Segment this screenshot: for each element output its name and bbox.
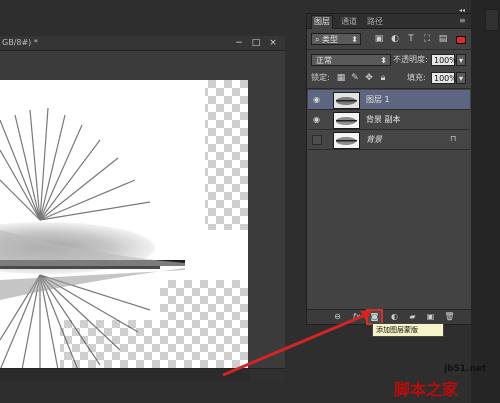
opacity-dropdown-icon[interactable]: ▾ (456, 54, 466, 66)
visibility-toggle[interactable] (312, 135, 322, 145)
new-group-icon[interactable]: ▰ (406, 311, 419, 323)
lock-label: 锁定: (311, 73, 330, 82)
collapsed-dock-strip[interactable] (485, 9, 499, 31)
layer-thumbnail-art (334, 93, 359, 108)
delete-layer-icon[interactable]: 🗑︎ (443, 311, 456, 323)
document-title-bar[interactable]: GB/8#) * − □ × (0, 36, 285, 51)
document-title: GB/8#) * (2, 38, 38, 47)
lock-image-pixels-icon[interactable]: ✎ (349, 72, 361, 84)
lock-fill-row: 锁定: ▦ ✎ ✥ 🔒︎ 填充: 100% ▾ (307, 69, 471, 87)
right-dock (471, 0, 500, 403)
minimize-button[interactable]: − (230, 38, 248, 49)
fill-label: 填充: (407, 73, 426, 82)
opacity-input[interactable]: 100% (431, 54, 457, 66)
new-adjustment-layer-icon[interactable]: ◐ (388, 311, 401, 323)
tab-channels[interactable]: 通道 (339, 16, 359, 27)
layer-thumbnail (333, 92, 360, 109)
filter-kind-select[interactable]: ⌕ 类型 ⬍ (311, 33, 361, 45)
tooltip: 添加图层蒙版 (372, 323, 444, 337)
chevron-down-icon: ⬍ (380, 56, 387, 65)
blend-mode-value: 正常 (316, 56, 332, 65)
layer-name: 背景 (366, 135, 382, 144)
new-layer-icon[interactable]: ▣ (424, 311, 437, 323)
divider (307, 88, 471, 89)
lock-transparent-pixels-icon[interactable]: ▦ (335, 72, 347, 84)
fill-input[interactable]: 100% (431, 72, 457, 84)
layer-name: 背景 副本 (366, 115, 401, 124)
lock-all-icon[interactable]: 🔒︎ (377, 72, 389, 84)
layer-filter-row: ⌕ 类型 ⬍ ▣ ◐ T ⛶ ▤ (307, 30, 471, 48)
search-icon: ⌕ (315, 35, 320, 44)
divider (307, 49, 471, 50)
blend-mode-select[interactable]: 正常 ⬍ (311, 54, 391, 66)
layer-row[interactable]: ◉ 背景 副本 (308, 110, 470, 130)
panel-menu-icon[interactable]: ≡ (459, 16, 468, 26)
watermark: jb51.net 脚本之家 (394, 362, 500, 403)
collapse-panel-icon[interactable]: ◂◂ (459, 7, 468, 14)
filter-smart-object-icon[interactable]: ▤ (437, 33, 449, 45)
eye-icon[interactable]: ◉ (312, 95, 321, 104)
watermark-site: jb51.net (444, 364, 487, 374)
fill-value: 100% (434, 74, 457, 83)
filter-type-icon[interactable]: T (405, 33, 417, 45)
canvas-artwork (0, 80, 248, 381)
filter-toggle-switch[interactable] (456, 36, 466, 44)
annotation-arrow (222, 310, 372, 377)
layer-thumbnail (333, 112, 360, 129)
lock-position-icon[interactable]: ✥ (363, 72, 375, 84)
filter-adjustment-icon[interactable]: ◐ (389, 33, 401, 45)
fill-dropdown-icon[interactable]: ▾ (456, 72, 466, 84)
panel-tab-bar: 图层 通道 路径 ≡ (307, 14, 471, 29)
layer-thumbnail-art (334, 133, 359, 148)
filter-kind-label: 类型 (322, 35, 339, 44)
layer-row[interactable]: 背景 ⊓ (308, 130, 470, 150)
filter-pixel-icon[interactable]: ▣ (373, 33, 385, 45)
tab-paths[interactable]: 路径 (365, 16, 385, 27)
opacity-value: 100% (434, 56, 457, 65)
maximize-button[interactable]: □ (247, 38, 265, 49)
tab-layers[interactable]: 图层 (311, 15, 333, 29)
arrow-line (222, 311, 371, 377)
filter-shape-icon[interactable]: ⛶ (421, 33, 433, 45)
layers-panel: ◂◂ 图层 通道 路径 ≡ ⌕ 类型 ⬍ ▣ ◐ T ⛶ ▤ 正常 ⬍ 不透明度… (306, 7, 472, 325)
layer-thumbnail (333, 132, 360, 149)
watermark-text: 脚本之家 (394, 380, 459, 399)
eye-icon[interactable]: ◉ (312, 115, 321, 124)
layer-row[interactable]: ◉ 图层 1 (308, 90, 470, 110)
lock-icon: ⊓ (450, 134, 457, 143)
blend-opacity-row: 正常 ⬍ 不透明度: 100% ▾ (307, 51, 471, 69)
opacity-label: 不透明度: (393, 55, 428, 64)
chevron-down-icon: ⬍ (351, 35, 358, 44)
horizontal-scrollbar[interactable] (0, 369, 250, 381)
image-canvas[interactable] (0, 80, 248, 381)
close-button[interactable]: × (264, 38, 282, 49)
layer-thumbnail-art (334, 113, 359, 128)
layer-name: 图层 1 (366, 95, 390, 104)
